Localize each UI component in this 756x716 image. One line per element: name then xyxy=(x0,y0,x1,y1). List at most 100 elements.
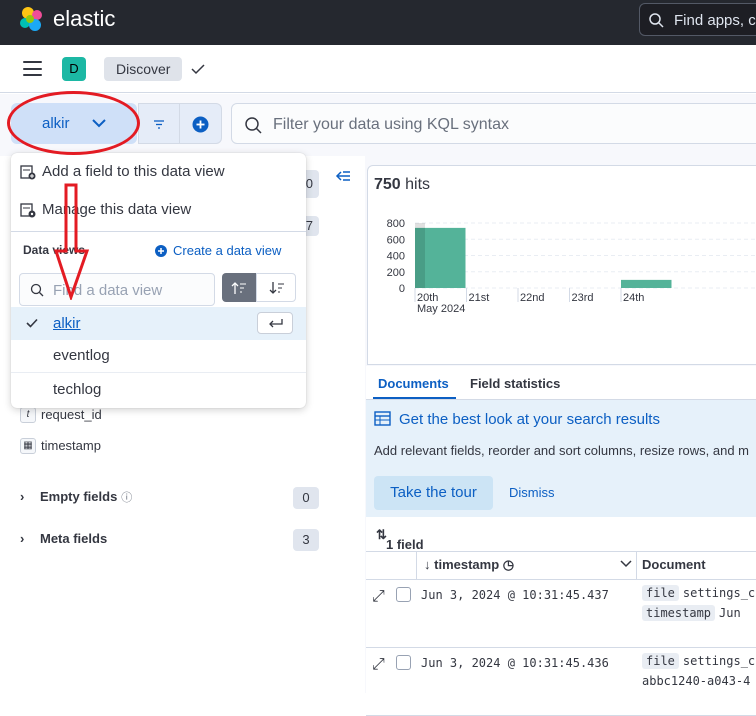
row-checkbox[interactable] xyxy=(396,587,411,602)
histogram-bar[interactable] xyxy=(621,279,672,288)
tab-documents[interactable]: Documents xyxy=(378,376,449,391)
bucket-highlight xyxy=(415,223,425,288)
table-icon xyxy=(374,411,391,426)
doc-value: settings_c xyxy=(682,586,756,600)
check-icon xyxy=(191,64,205,75)
sort-ascending-button[interactable] xyxy=(222,273,256,302)
help-icon: ⓘ xyxy=(121,492,133,504)
data-view-option-eventlog[interactable]: eventlog xyxy=(11,339,306,372)
filter-options-button[interactable] xyxy=(138,103,180,144)
annotation-ellipse xyxy=(7,91,140,155)
add-filter-button[interactable] xyxy=(180,103,222,144)
hits-counter: 750 hits xyxy=(374,176,430,194)
expand-icon[interactable]: ⤢ xyxy=(372,656,385,674)
create-data-view-link[interactable]: Create a data view xyxy=(155,243,281,258)
sort-status-bar[interactable]: ⇅ 1 field sorted xyxy=(366,517,756,567)
x-tick-label: 24th xyxy=(623,292,644,304)
date-type-icon: ▦ xyxy=(20,437,36,454)
collapse-sidebar-icon[interactable] xyxy=(334,167,352,185)
x-tick-label: 21st xyxy=(469,292,490,304)
histogram-chart[interactable]: 800600400200020th 21st 22nd 23rd 24thMay 202… xyxy=(367,210,756,320)
hits-count: 750 xyxy=(374,176,401,193)
row-document-line: timestamp Jun xyxy=(642,605,741,621)
field-item-timestamp[interactable]: ▦ timestamp xyxy=(20,437,101,457)
doc-value: Jun xyxy=(719,606,741,620)
empty-fields-section[interactable]: › Empty fields ⓘ xyxy=(20,489,132,505)
doc-key: file xyxy=(642,653,679,669)
results-tabs: Documents Field statistics xyxy=(366,366,756,400)
callout-body: Add relevant fields, reorder and sort co… xyxy=(374,443,750,458)
column-header-timestamp[interactable]: ↓ timestamp ◷ xyxy=(424,557,514,573)
meta-fields-count: 3 xyxy=(293,529,319,551)
elastic-logo-icon[interactable] xyxy=(18,6,46,34)
chevron-down-icon[interactable] xyxy=(620,560,632,568)
doc-key: file xyxy=(642,585,679,601)
data-view-option-label: eventlog xyxy=(53,347,110,364)
global-search-placeholder: Find apps, c xyxy=(674,12,756,29)
row-checkbox[interactable] xyxy=(396,655,411,670)
empty-fields-count: 0 xyxy=(293,487,319,509)
sort-descending-button[interactable] xyxy=(256,273,296,302)
row-timestamp: Jun 3, 2024 @ 10:31:45.437 xyxy=(421,588,609,602)
y-tick-label: 600 xyxy=(387,234,405,246)
add-field-label: Add a field to this data view xyxy=(42,163,225,180)
take-tour-button[interactable]: Take the tour xyxy=(374,476,493,510)
row-document-line: abbc1240-a043-4 xyxy=(642,674,750,688)
brand-name[interactable]: elastic xyxy=(53,6,115,32)
row-document-line: file settings_c xyxy=(642,653,756,669)
y-tick-label: 200 xyxy=(387,267,405,279)
annotation-down-arrow xyxy=(54,183,90,300)
doc-key: timestamp xyxy=(642,605,716,621)
kql-query-input[interactable]: Filter your data using KQL syntax xyxy=(231,103,756,144)
field-name: request_id xyxy=(41,407,102,423)
x-tick-label: 22nd xyxy=(520,292,544,304)
doc-value: abbc1240-a043-4 xyxy=(642,674,751,688)
section-label: Empty fields xyxy=(40,489,118,504)
manage-icon xyxy=(20,203,36,218)
data-view-option-alkir[interactable]: alkir xyxy=(11,307,306,340)
search-icon xyxy=(649,13,664,28)
field-item-request-id[interactable]: t request_id xyxy=(20,406,102,426)
section-label: Meta fields xyxy=(40,531,108,546)
add-field-icon xyxy=(20,165,36,180)
breadcrumb-discover[interactable]: Discover xyxy=(104,57,183,81)
x-date-label: May 2024 xyxy=(417,303,465,315)
expand-icon[interactable]: ⤢ xyxy=(372,588,385,606)
callout-title-text: Get the best look at your search results xyxy=(399,411,660,428)
column-header-timestamp-label: timestamp xyxy=(434,557,500,572)
check-icon xyxy=(26,318,38,328)
data-view-option-label: alkir xyxy=(53,315,81,332)
find-data-view-input[interactable]: Find a data view xyxy=(19,273,215,306)
row-timestamp: Jun 3, 2024 @ 10:31:45.436 xyxy=(421,656,609,670)
menu-icon[interactable] xyxy=(23,61,42,76)
kql-placeholder: Filter your data using KQL syntax xyxy=(273,116,509,133)
add-field-menu-item[interactable]: Add a field to this data view xyxy=(20,163,225,180)
data-view-option-label: techlog xyxy=(53,381,102,398)
sorted-label: ⇅ 1 field sorted xyxy=(376,527,426,567)
table-row[interactable]: ⤢ Jun 3, 2024 @ 10:31:45.436 file setting… xyxy=(366,648,756,716)
y-tick-label: 0 xyxy=(399,283,405,295)
dismiss-button[interactable]: Dismiss xyxy=(509,485,555,500)
space-avatar[interactable]: D xyxy=(62,57,86,81)
clock-icon: ◷ xyxy=(502,557,515,572)
manage-data-view-menu-item[interactable]: Manage this data view xyxy=(20,201,191,218)
doc-value: settings_c xyxy=(682,654,756,668)
table-row[interactable]: ⤢ Jun 3, 2024 @ 10:31:45.437 file setting… xyxy=(366,580,756,648)
row-document-line: file settings_c xyxy=(642,585,756,601)
data-view-option-techlog[interactable]: techlog xyxy=(11,373,306,406)
create-data-view-label: Create a data view xyxy=(173,243,282,258)
global-search-input[interactable]: Find apps, c xyxy=(639,3,756,36)
chevron-right-icon: › xyxy=(20,531,25,546)
x-tick-label: 23rd xyxy=(572,292,594,304)
active-tab-indicator xyxy=(373,397,456,399)
hits-label: hits xyxy=(405,176,431,193)
callout-title: Get the best look at your search results xyxy=(374,410,660,428)
y-tick-label: 400 xyxy=(387,251,405,263)
tab-field-statistics[interactable]: Field statistics xyxy=(470,376,560,391)
search-icon xyxy=(30,283,44,297)
sort-ascending-icon xyxy=(231,282,246,294)
text-type-icon: t xyxy=(20,406,36,423)
meta-fields-section[interactable]: › Meta fields xyxy=(20,531,107,546)
column-header-document[interactable]: Document xyxy=(642,557,706,572)
field-name: timestamp xyxy=(41,438,101,454)
